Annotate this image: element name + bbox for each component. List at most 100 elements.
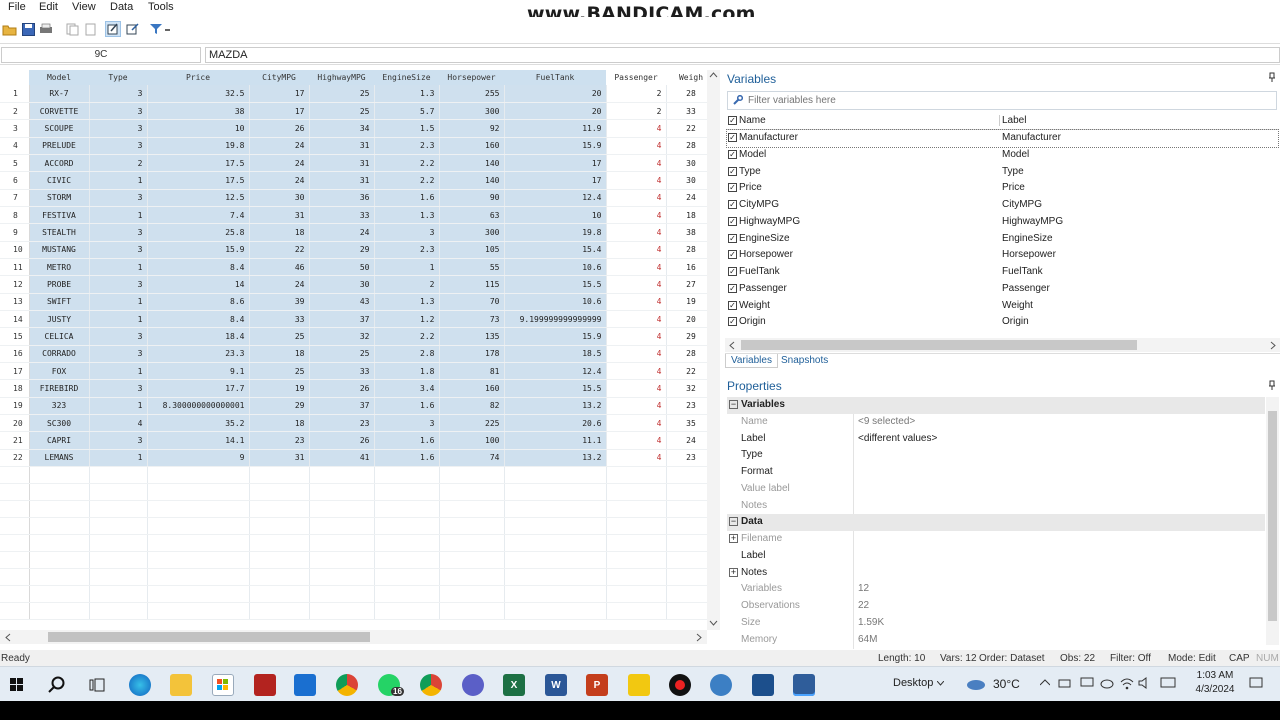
property-row[interactable]: Variables 12	[727, 581, 1265, 599]
properties-section[interactable]: − Data	[727, 514, 1265, 532]
cloud-sync-icon[interactable]	[1100, 677, 1114, 689]
property-value[interactable]: 1.59K	[858, 617, 884, 628]
grid-cell[interactable]: 81	[439, 362, 505, 381]
property-value[interactable]: <9 selected>	[858, 416, 915, 427]
table-row[interactable]: 16 CORRADO 3 23.3 18 25 2.8 178 18.5 4 28	[0, 345, 717, 364]
grid-cell[interactable]: 12.5	[147, 189, 250, 207]
grid-cell[interactable]: 4	[606, 345, 667, 364]
chevron-down-icon[interactable]	[937, 681, 944, 686]
variable-checkbox[interactable]: ✓	[728, 216, 737, 226]
grid-cell[interactable]: 5.7	[374, 102, 440, 121]
grid-cell[interactable]: 100	[439, 431, 505, 450]
grid-cell[interactable]: 41	[309, 449, 375, 468]
filter-icon[interactable]	[148, 21, 164, 37]
corner-cell[interactable]	[0, 70, 29, 85]
keyboard-icon[interactable]	[1160, 677, 1176, 689]
edit-mode-icon[interactable]	[105, 21, 121, 37]
grid-cell[interactable]: 4	[606, 310, 667, 329]
grid-cell[interactable]: 24	[249, 154, 310, 173]
grid-cell[interactable]: 3	[89, 241, 148, 259]
print-icon[interactable]	[38, 21, 54, 37]
file-explorer-icon[interactable]	[170, 674, 192, 696]
grid-cell[interactable]: 2	[374, 275, 440, 294]
variable-checkbox[interactable]: ✓	[728, 233, 737, 243]
tab-variables[interactable]: Variables	[725, 354, 778, 368]
grid-cell[interactable]: 1.5	[374, 119, 440, 138]
task-view-icon[interactable]	[86, 674, 108, 696]
grid-cell[interactable]: 1.3	[374, 293, 440, 311]
variables-filter[interactable]	[727, 91, 1277, 110]
column-header-fueltank[interactable]: FuelTank	[504, 70, 606, 85]
pin-icon[interactable]	[1268, 72, 1276, 82]
stata-icon[interactable]	[752, 674, 774, 696]
menu-view[interactable]: View	[72, 1, 96, 13]
grid-cell[interactable]: 3	[89, 223, 148, 242]
variable-row[interactable]: ✓ Manufacturer Manufacturer	[726, 129, 1279, 148]
grid-cell[interactable]: 55	[439, 258, 505, 277]
table-row[interactable]: 20 SC300 4 35.2 18 23 3 225 20.6 4 35	[0, 414, 717, 433]
grid-cell[interactable]: STEALTH	[29, 223, 90, 242]
grid-cell[interactable]: 31	[309, 154, 375, 173]
grid-cell[interactable]: 25	[309, 85, 375, 103]
variables-hscroll-thumb[interactable]	[741, 340, 1137, 350]
variable-checkbox[interactable]: ✓	[728, 283, 737, 293]
tab-snapshots[interactable]: Snapshots	[781, 355, 828, 366]
bandicam-record-icon[interactable]	[669, 674, 691, 696]
grid-cell[interactable]: 4	[606, 223, 667, 242]
column-header-passenger[interactable]: Passenger	[606, 70, 666, 85]
grid-cell[interactable]: FOX	[29, 362, 90, 381]
grid-cell[interactable]: 17	[249, 85, 310, 103]
grid-cell[interactable]: 1.3	[374, 206, 440, 225]
clock-date[interactable]: 4/3/2024	[1190, 684, 1240, 695]
grid-cell[interactable]: 25	[309, 345, 375, 364]
grid-cell[interactable]: 25	[309, 102, 375, 121]
grid-cell[interactable]: 1	[89, 206, 148, 225]
property-row[interactable]: Size 1.59K	[727, 614, 1265, 632]
grid-cell[interactable]: 3	[89, 379, 148, 398]
grid-cell[interactable]: 38	[147, 102, 250, 121]
menu-file[interactable]: File	[8, 1, 26, 13]
variable-row[interactable]: ✓ Passenger Passenger	[727, 281, 1278, 298]
grid-cell[interactable]: 25	[249, 327, 310, 346]
grid-cell[interactable]: 33	[249, 310, 310, 329]
grid-cell[interactable]: 20	[504, 85, 607, 103]
table-row[interactable]: 4 PRELUDE 3 19.8 24 31 2.3 160 15.9 4 28	[0, 137, 717, 155]
grid-cell[interactable]: 31	[249, 206, 310, 225]
grid-cell[interactable]: 3	[89, 119, 148, 138]
grid-cell[interactable]: 140	[439, 171, 505, 190]
property-value[interactable]: <different values>	[858, 433, 937, 444]
grid-cell[interactable]: 2.3	[374, 137, 440, 155]
variable-checkbox[interactable]: ✓	[728, 317, 737, 327]
table-row[interactable]: 21 CAPRI 3 14.1 23 26 1.6 100 11.1 4 24	[0, 431, 717, 450]
paste-icon[interactable]	[82, 21, 98, 37]
grid-cell[interactable]: 178	[439, 345, 505, 364]
table-row[interactable]: 9 STEALTH 3 25.8 18 24 3 300 19.8 4 38	[0, 223, 717, 242]
grid-cell[interactable]: 32	[309, 327, 375, 346]
grid-cell[interactable]: SWIFT	[29, 293, 90, 311]
grid-cell[interactable]: 31	[309, 171, 375, 190]
grid-cell[interactable]: 10.6	[504, 258, 607, 277]
grid-cell[interactable]: 17.5	[147, 171, 250, 190]
grid-cell[interactable]: 26	[249, 119, 310, 138]
grid-cell[interactable]: 160	[439, 137, 505, 155]
grid-cell[interactable]: 10.6	[504, 293, 607, 311]
variables-manager-icon[interactable]	[124, 21, 140, 37]
property-row[interactable]: Name <9 selected>	[727, 413, 1265, 431]
variables-filter-input[interactable]	[748, 94, 1268, 107]
word-icon[interactable]: W	[545, 674, 567, 696]
column-header-type[interactable]: Type	[89, 70, 147, 85]
grid-cell[interactable]: 25	[249, 362, 310, 381]
grid-cell[interactable]: 1.6	[374, 449, 440, 468]
search-icon[interactable]	[46, 674, 68, 696]
pin-icon[interactable]	[1268, 380, 1276, 390]
grid-cell[interactable]: 35.2	[147, 414, 250, 433]
grid-cell[interactable]: 70	[439, 293, 505, 311]
grid-cell[interactable]: 39	[249, 293, 310, 311]
grid-cell[interactable]: 4	[606, 206, 667, 225]
grid-cell[interactable]: 17.7	[147, 379, 250, 398]
property-row[interactable]: Notes	[727, 497, 1265, 515]
app-red-icon[interactable]	[254, 674, 276, 696]
grid-cell[interactable]: 4	[606, 189, 667, 207]
grid-cell[interactable]: 11.9	[504, 119, 607, 138]
grid-cell[interactable]: 63	[439, 206, 505, 225]
